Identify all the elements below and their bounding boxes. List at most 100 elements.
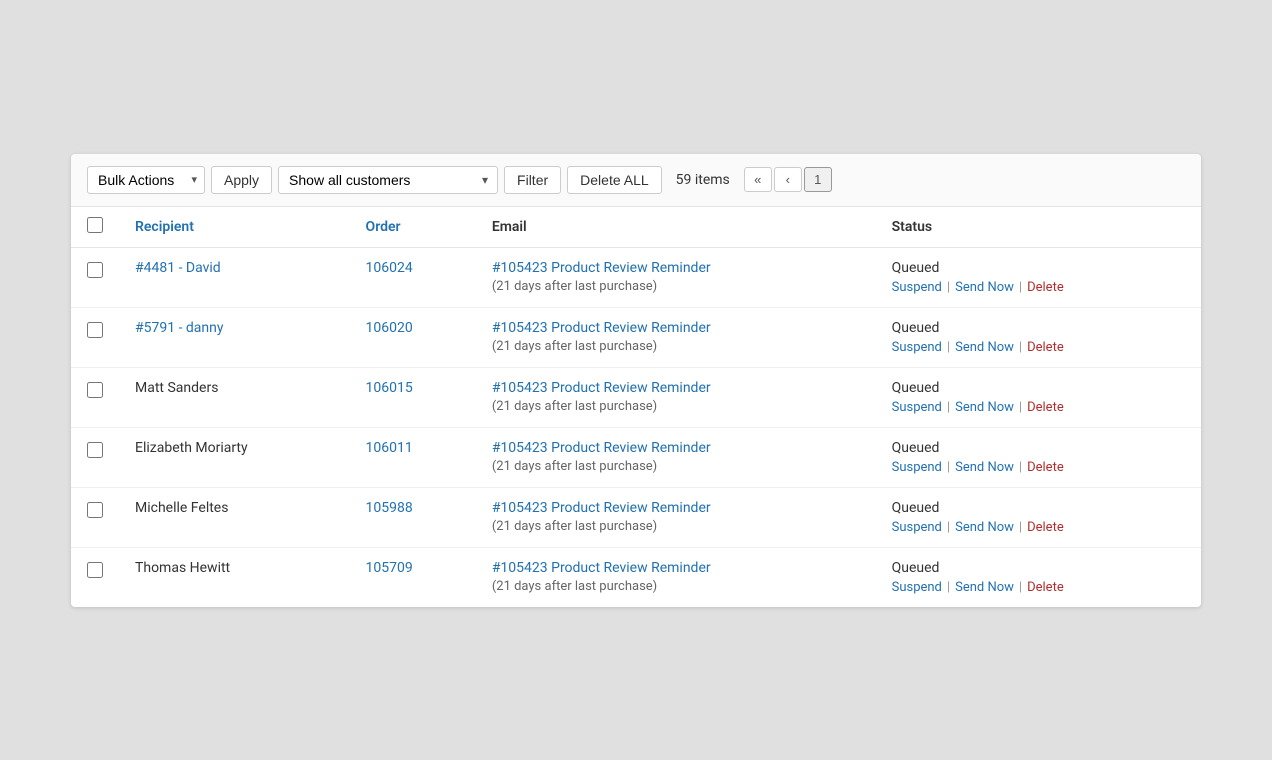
email-name-link[interactable]: #105423 Product Review Reminder bbox=[492, 560, 860, 576]
row-checkbox-4[interactable] bbox=[87, 502, 103, 518]
order-link[interactable]: 106015 bbox=[366, 380, 413, 396]
filter-select[interactable]: Show all customers Subscribed customers … bbox=[278, 166, 498, 194]
order-link[interactable]: 105709 bbox=[366, 560, 413, 576]
row-email: #105423 Product Review Reminder (21 days… bbox=[476, 247, 876, 307]
row-actions: Suspend | Send Now | Delete bbox=[892, 580, 1185, 595]
suspend-link[interactable]: Suspend bbox=[892, 460, 942, 475]
row-recipient: Elizabeth Moriarty bbox=[119, 427, 350, 487]
header-status: Status bbox=[876, 207, 1201, 248]
delete-link[interactable]: Delete bbox=[1027, 280, 1064, 295]
email-sub-text: (21 days after last purchase) bbox=[492, 279, 657, 294]
delete-link[interactable]: Delete bbox=[1027, 520, 1064, 535]
email-name-link[interactable]: #105423 Product Review Reminder bbox=[492, 260, 860, 276]
order-link[interactable]: 106024 bbox=[366, 260, 413, 276]
recipient-link[interactable]: #4481 - David bbox=[135, 260, 221, 276]
row-checkbox-3[interactable] bbox=[87, 442, 103, 458]
action-sep-1: | bbox=[947, 400, 950, 415]
pagination-current-page[interactable]: 1 bbox=[804, 167, 832, 192]
filter-button[interactable]: Filter bbox=[504, 166, 561, 194]
row-order: 105709 bbox=[350, 547, 476, 607]
header-recipient[interactable]: Recipient bbox=[119, 207, 350, 248]
delete-link[interactable]: Delete bbox=[1027, 400, 1064, 415]
row-status: Queued Suspend | Send Now | Delete bbox=[876, 547, 1201, 607]
row-order: 106015 bbox=[350, 367, 476, 427]
row-checkbox-cell bbox=[71, 427, 119, 487]
select-all-checkbox[interactable] bbox=[87, 217, 103, 233]
recipient-link[interactable]: Thomas Hewitt bbox=[135, 560, 230, 576]
order-link[interactable]: 106011 bbox=[366, 440, 413, 456]
pagination: « ‹ 1 bbox=[744, 167, 832, 192]
item-count: 59 items bbox=[668, 167, 738, 193]
row-status: Queued Suspend | Send Now | Delete bbox=[876, 247, 1201, 307]
send-now-link[interactable]: Send Now bbox=[955, 580, 1014, 595]
suspend-link[interactable]: Suspend bbox=[892, 340, 942, 355]
action-sep-2: | bbox=[1019, 460, 1022, 475]
email-sub-text: (21 days after last purchase) bbox=[492, 459, 657, 474]
row-actions: Suspend | Send Now | Delete bbox=[892, 280, 1185, 295]
pagination-prev-button[interactable]: ‹ bbox=[774, 167, 802, 192]
recipient-link[interactable]: Elizabeth Moriarty bbox=[135, 440, 248, 456]
suspend-link[interactable]: Suspend bbox=[892, 280, 942, 295]
email-name-link[interactable]: #105423 Product Review Reminder bbox=[492, 500, 860, 516]
order-link[interactable]: 106020 bbox=[366, 320, 413, 336]
row-email: #105423 Product Review Reminder (21 days… bbox=[476, 427, 876, 487]
row-recipient: Michelle Feltes bbox=[119, 487, 350, 547]
recipient-link[interactable]: Michelle Feltes bbox=[135, 500, 228, 516]
row-recipient: #4481 - David bbox=[119, 247, 350, 307]
row-checkbox-5[interactable] bbox=[87, 562, 103, 578]
table-row: Michelle Feltes 105988 #105423 Product R… bbox=[71, 487, 1201, 547]
row-checkbox-2[interactable] bbox=[87, 382, 103, 398]
row-email: #105423 Product Review Reminder (21 days… bbox=[476, 487, 876, 547]
row-order: 106011 bbox=[350, 427, 476, 487]
row-order: 105988 bbox=[350, 487, 476, 547]
row-status: Queued Suspend | Send Now | Delete bbox=[876, 367, 1201, 427]
row-checkbox-cell bbox=[71, 307, 119, 367]
suspend-link[interactable]: Suspend bbox=[892, 520, 942, 535]
action-sep-1: | bbox=[947, 280, 950, 295]
send-now-link[interactable]: Send Now bbox=[955, 460, 1014, 475]
delete-all-button[interactable]: Delete ALL bbox=[567, 166, 662, 194]
action-sep-2: | bbox=[1019, 280, 1022, 295]
suspend-link[interactable]: Suspend bbox=[892, 400, 942, 415]
order-link[interactable]: 105988 bbox=[366, 500, 413, 516]
row-recipient: Thomas Hewitt bbox=[119, 547, 350, 607]
header-order[interactable]: Order bbox=[350, 207, 476, 248]
email-sub-text: (21 days after last purchase) bbox=[492, 339, 657, 354]
status-label: Queued bbox=[892, 320, 1185, 336]
delete-link[interactable]: Delete bbox=[1027, 580, 1064, 595]
email-name-link[interactable]: #105423 Product Review Reminder bbox=[492, 380, 860, 396]
recipient-link[interactable]: #5791 - danny bbox=[135, 320, 224, 336]
apply-button[interactable]: Apply bbox=[211, 166, 272, 194]
action-sep-2: | bbox=[1019, 520, 1022, 535]
action-sep-2: | bbox=[1019, 580, 1022, 595]
email-name-link[interactable]: #105423 Product Review Reminder bbox=[492, 320, 860, 336]
send-now-link[interactable]: Send Now bbox=[955, 520, 1014, 535]
action-sep-1: | bbox=[947, 460, 950, 475]
queue-table: Recipient Order Email Status #4481 - Dav… bbox=[71, 207, 1201, 607]
status-label: Queued bbox=[892, 500, 1185, 516]
row-actions: Suspend | Send Now | Delete bbox=[892, 460, 1185, 475]
status-label: Queued bbox=[892, 560, 1185, 576]
bulk-actions-wrapper: Bulk Actions ▾ bbox=[87, 166, 205, 194]
row-order: 106024 bbox=[350, 247, 476, 307]
pagination-first-button[interactable]: « bbox=[744, 167, 772, 192]
row-actions: Suspend | Send Now | Delete bbox=[892, 340, 1185, 355]
send-now-link[interactable]: Send Now bbox=[955, 340, 1014, 355]
table-row: #4481 - David 106024 #105423 Product Rev… bbox=[71, 247, 1201, 307]
bulk-actions-select[interactable]: Bulk Actions bbox=[87, 166, 205, 194]
delete-link[interactable]: Delete bbox=[1027, 460, 1064, 475]
row-recipient: Matt Sanders bbox=[119, 367, 350, 427]
delete-link[interactable]: Delete bbox=[1027, 340, 1064, 355]
suspend-link[interactable]: Suspend bbox=[892, 580, 942, 595]
row-checkbox-0[interactable] bbox=[87, 262, 103, 278]
email-name-link[interactable]: #105423 Product Review Reminder bbox=[492, 440, 860, 456]
filter-dropdown-wrapper: Show all customers Subscribed customers … bbox=[278, 166, 498, 194]
table-header-row: Recipient Order Email Status bbox=[71, 207, 1201, 248]
send-now-link[interactable]: Send Now bbox=[955, 400, 1014, 415]
recipient-link[interactable]: Matt Sanders bbox=[135, 380, 218, 396]
row-checkbox-cell bbox=[71, 487, 119, 547]
row-order: 106020 bbox=[350, 307, 476, 367]
row-checkbox-cell bbox=[71, 367, 119, 427]
row-checkbox-1[interactable] bbox=[87, 322, 103, 338]
send-now-link[interactable]: Send Now bbox=[955, 280, 1014, 295]
